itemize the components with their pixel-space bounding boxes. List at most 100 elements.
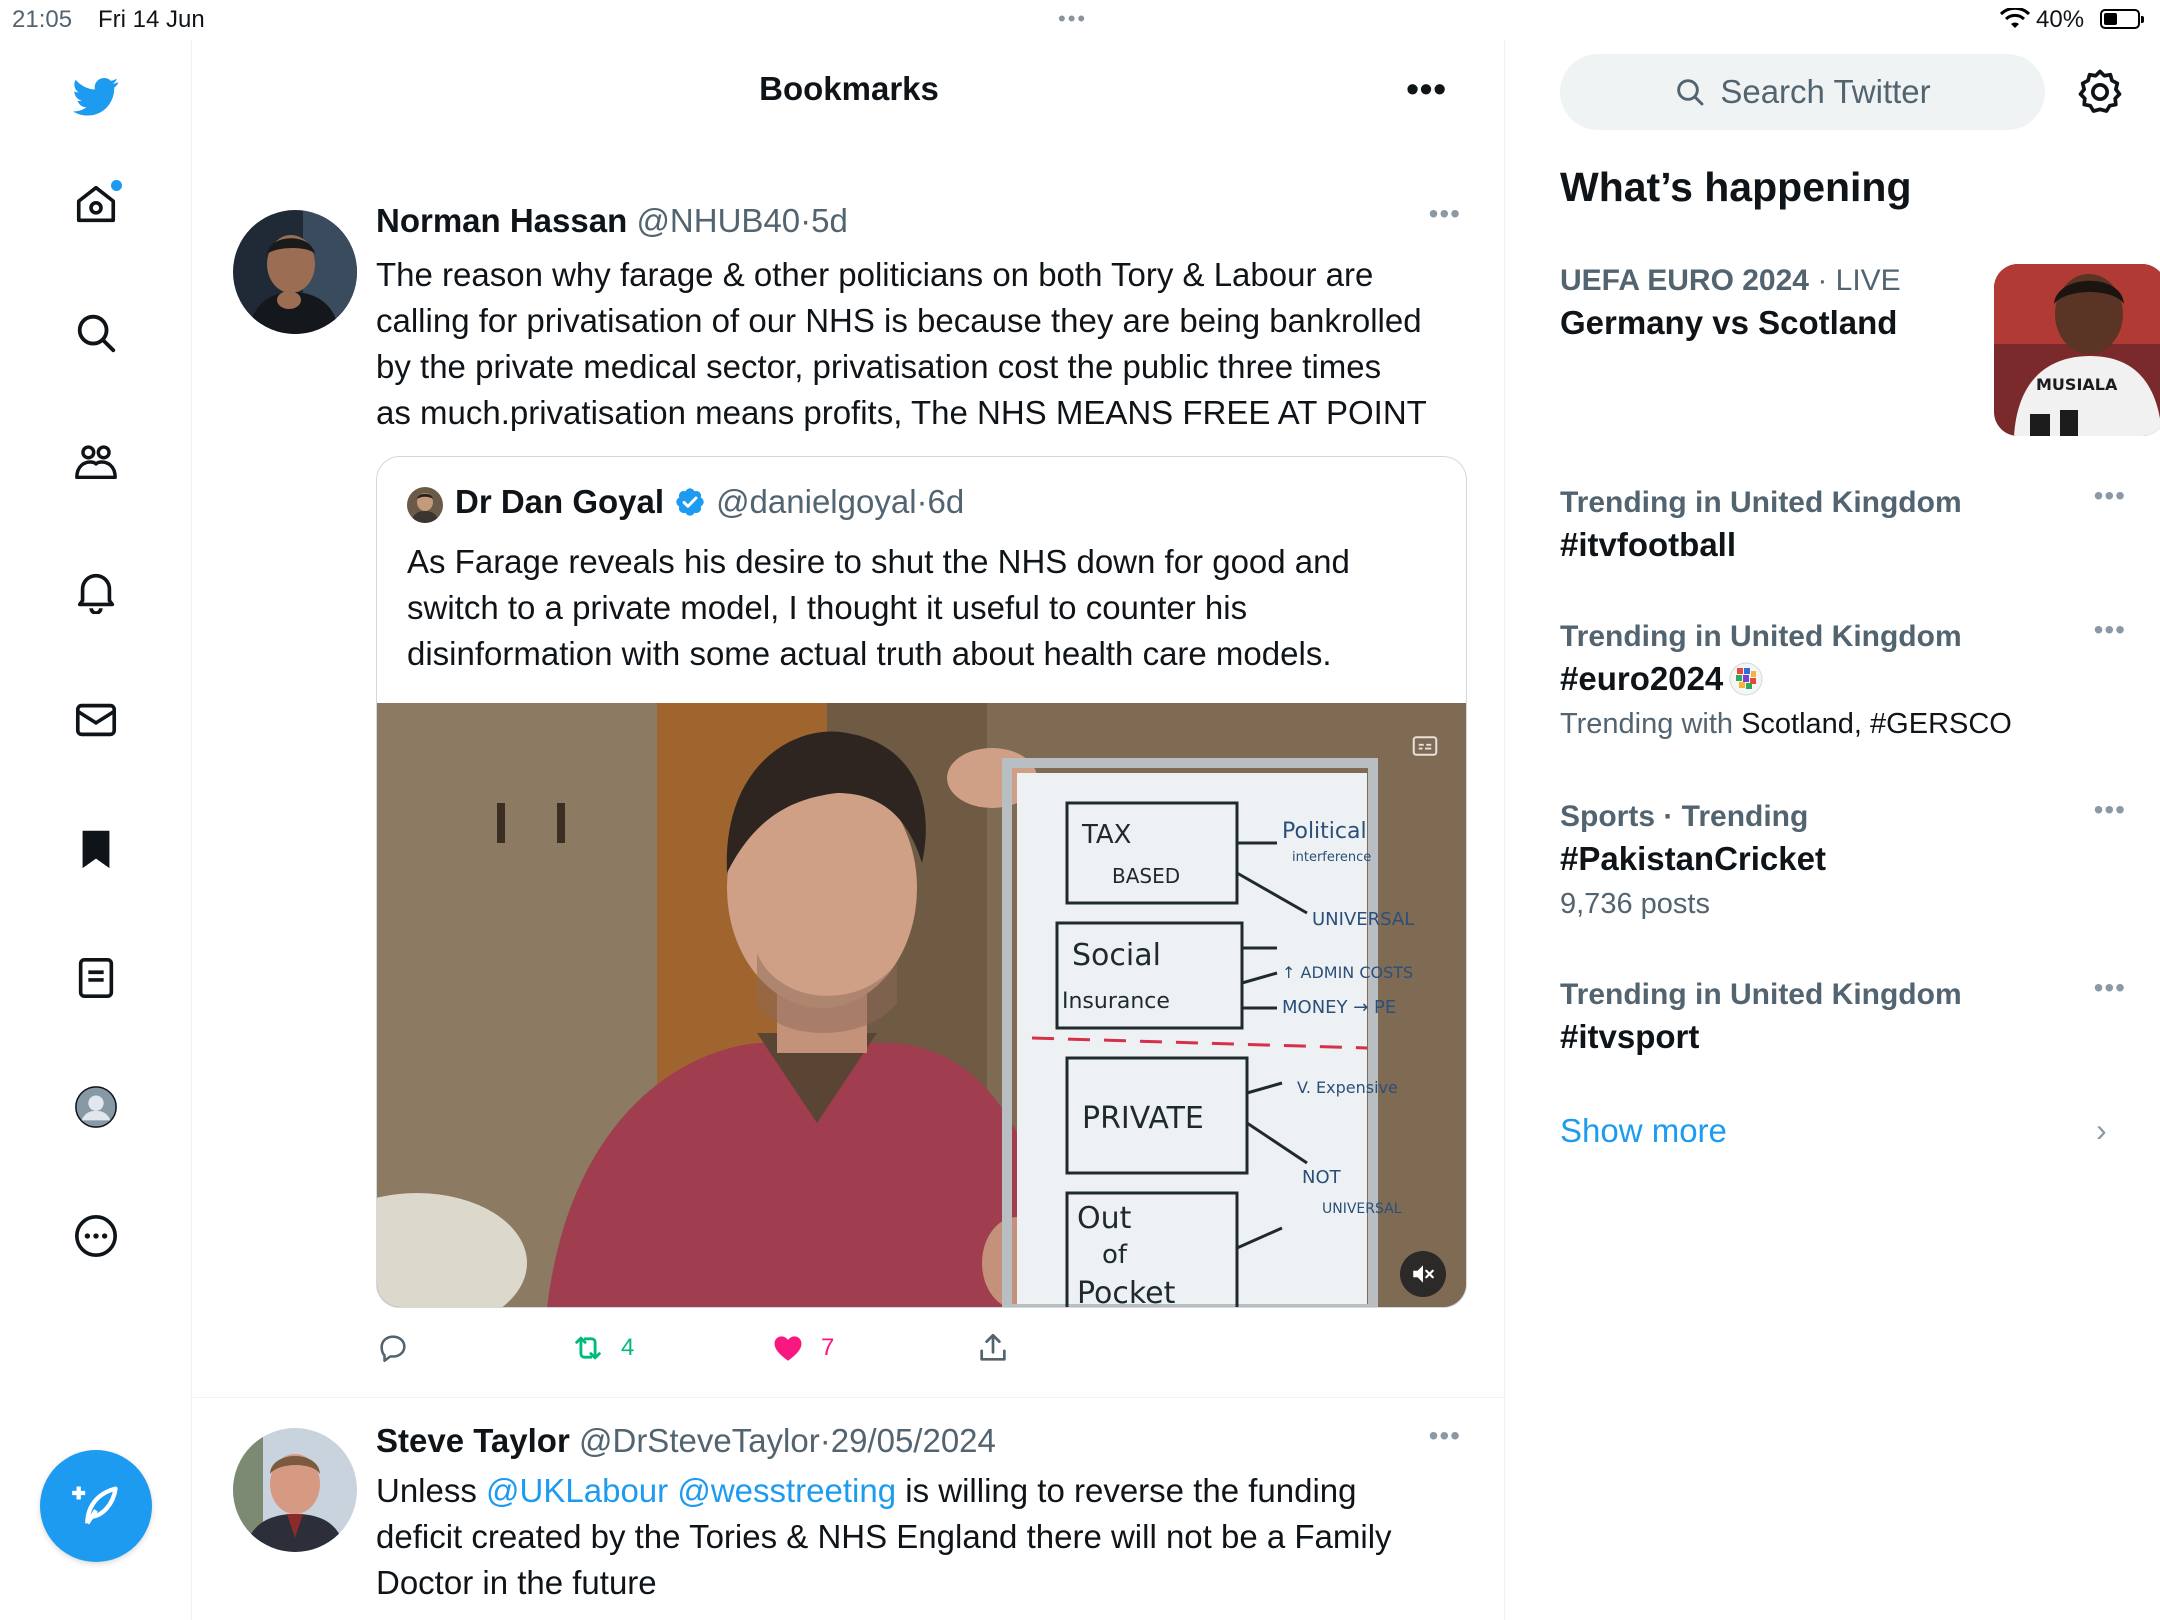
svg-text:Out: Out xyxy=(1077,1201,1132,1236)
mention-link[interactable]: @wesstreeting xyxy=(677,1472,896,1509)
separator: · xyxy=(800,202,812,239)
trend-name: #itvfootball xyxy=(1560,526,1737,563)
home-icon[interactable] xyxy=(64,172,128,236)
battery-percent: 40% xyxy=(2036,6,2085,33)
page-title: Bookmarks xyxy=(759,70,939,107)
like-count: 7 xyxy=(821,1334,835,1361)
svg-text:of: of xyxy=(1102,1240,1128,1270)
quote-avatar[interactable] xyxy=(407,487,443,523)
compose-icon xyxy=(72,1486,118,1525)
settings-icon[interactable] xyxy=(2074,66,2126,118)
author-name[interactable]: Steve Taylor xyxy=(376,1422,570,1459)
search-input[interactable]: Search Twitter xyxy=(1560,54,2045,130)
lists-icon[interactable] xyxy=(64,946,128,1010)
tweet-text: Unless @UKLabour @wesstreeting is willin… xyxy=(376,1468,1466,1606)
svg-text:MONEY → PE: MONEY → PE xyxy=(1282,997,1396,1018)
tweet-time[interactable]: 29/05/2024 xyxy=(831,1422,996,1459)
trend-item[interactable]: Sports · Trending #PakistanCricket 9,736… xyxy=(1560,794,2125,921)
mute-button[interactable] xyxy=(1400,1251,1446,1297)
trend-sub: Trending with Scotland, #GERSCO xyxy=(1560,708,2012,740)
notifications-icon[interactable] xyxy=(64,559,128,623)
trend-item[interactable]: Trending in United Kingdom #euro2024 Tre… xyxy=(1560,614,2125,741)
sidebar-nav xyxy=(0,40,192,1620)
retweet-button[interactable]: 4 xyxy=(571,1326,634,1370)
reply-icon xyxy=(380,1335,406,1363)
trend-event: UEFA EURO 2024 xyxy=(1560,264,1809,297)
twitter-logo-icon[interactable] xyxy=(64,64,128,128)
share-icon xyxy=(980,1333,1006,1361)
main-header: Bookmarks ••• xyxy=(193,40,1505,130)
trend-item[interactable]: Trending in United Kingdom #itvfootball … xyxy=(1560,480,2125,564)
messages-icon[interactable] xyxy=(64,688,128,752)
trend-item[interactable]: Trending in United Kingdom #itvsport ••• xyxy=(1560,972,2125,1056)
svg-text:Social: Social xyxy=(1072,938,1161,973)
right-sidebar: Search Twitter What’s happening UEFA EUR… xyxy=(1506,40,2160,1620)
trend-name: #PakistanCricket xyxy=(1560,840,1826,877)
search-placeholder: Search Twitter xyxy=(1720,73,1931,110)
separator: · xyxy=(819,1422,831,1459)
trend-post-count: 9,736 posts xyxy=(1560,888,1710,920)
svg-text:TAX: TAX xyxy=(1081,820,1131,850)
quote-author-name[interactable]: Dr Dan Goyal xyxy=(455,483,664,521)
notification-dot xyxy=(111,180,122,191)
retweet-count: 4 xyxy=(621,1334,635,1361)
tweet[interactable]: Steve Taylor @DrSteveTaylor·29/05/2024 •… xyxy=(193,1398,1505,1620)
trend-more-button[interactable]: ••• xyxy=(2094,480,2126,512)
mute-icon xyxy=(1413,1265,1434,1283)
tweet-text-prefix: Unless xyxy=(376,1472,487,1509)
tweet-more-button[interactable]: ••• xyxy=(1429,1420,1461,1452)
svg-text:UNIVERSAL: UNIVERSAL xyxy=(1322,1201,1402,1217)
communities-icon[interactable] xyxy=(64,430,128,494)
header-more-button[interactable]: ••• xyxy=(1406,68,1447,110)
mention-link[interactable]: @UKLabour xyxy=(486,1472,668,1509)
svg-text:↑ ADMIN COSTS: ↑ ADMIN COSTS xyxy=(1282,963,1413,982)
separator: · xyxy=(1808,264,1836,297)
svg-text:NOT: NOT xyxy=(1302,1167,1342,1188)
trend-item[interactable]: UEFA EURO 2024 · LIVE Germany vs Scotlan… xyxy=(1560,264,2160,436)
author-name[interactable]: Norman Hassan xyxy=(376,202,627,239)
author-handle[interactable]: @DrSteveTaylor xyxy=(579,1422,820,1459)
tweet-text: The reason why farage & other politician… xyxy=(376,256,1427,431)
reply-button[interactable] xyxy=(376,1326,410,1370)
quoted-tweet[interactable]: Dr Dan Goyal @danielgoyal·6d As Farage r… xyxy=(376,456,1467,1308)
compose-button[interactable] xyxy=(40,1450,152,1562)
share-button[interactable] xyxy=(976,1326,1010,1370)
main-timeline: Bookmarks ••• Norman Hassan @NHUB40·5d •… xyxy=(193,40,1505,1620)
avatar[interactable] xyxy=(233,1428,357,1552)
multitasking-dots-icon[interactable]: ••• xyxy=(1058,6,1087,32)
svg-text:interference: interference xyxy=(1292,850,1371,865)
trend-related[interactable]: Scotland, #GERSCO xyxy=(1741,708,2012,740)
svg-text:MUSIALA: MUSIALA xyxy=(2036,375,2118,394)
quote-author-handle[interactable]: @danielgoyal xyxy=(716,483,916,520)
svg-text:BASED: BASED xyxy=(1112,864,1180,888)
tweet-time[interactable]: 5d xyxy=(811,202,848,239)
trend-meta: Trending in United Kingdom xyxy=(1560,620,1962,653)
quote-time[interactable]: 6d xyxy=(928,483,965,520)
status-bar: 21:05 Fri 14 Jun ••• 40% xyxy=(0,0,2160,40)
like-button[interactable]: 7 xyxy=(771,1326,834,1370)
chevron-right-icon: › xyxy=(2096,1112,2107,1148)
status-time: 21:05 xyxy=(12,6,73,33)
quote-header: Dr Dan Goyal @danielgoyal·6d xyxy=(455,483,964,521)
profile-icon[interactable] xyxy=(64,1075,128,1139)
captions-icon[interactable] xyxy=(1410,731,1440,761)
trend-more-button[interactable]: ••• xyxy=(2094,794,2126,826)
trend-more-button[interactable]: ••• xyxy=(2094,972,2126,1004)
search-icon xyxy=(1677,79,1704,106)
like-icon xyxy=(774,1336,802,1361)
show-more-link[interactable]: Show more xyxy=(1560,1112,1727,1150)
verified-icon xyxy=(676,488,704,516)
status-date: Fri 14 Jun xyxy=(98,6,205,33)
trend-more-button[interactable]: ••• xyxy=(2094,614,2126,646)
more-icon[interactable] xyxy=(64,1204,128,1268)
trend-name: #itvsport xyxy=(1560,1018,1700,1055)
bookmark-icon[interactable] xyxy=(64,817,128,881)
svg-text:Pocket: Pocket xyxy=(1077,1276,1176,1308)
search-icon[interactable] xyxy=(64,301,128,365)
tweet-more-button[interactable]: ••• xyxy=(1429,198,1461,230)
avatar[interactable] xyxy=(233,210,357,334)
author-handle[interactable]: @NHUB40 xyxy=(636,202,800,239)
trend-meta: Trending in United Kingdom xyxy=(1560,978,1962,1011)
tweet[interactable]: Norman Hassan @NHUB40·5d ••• The reason … xyxy=(193,130,1505,1398)
video-player[interactable]: TAX BASED Social Insurance PRIVATE Out o… xyxy=(377,703,1466,1308)
